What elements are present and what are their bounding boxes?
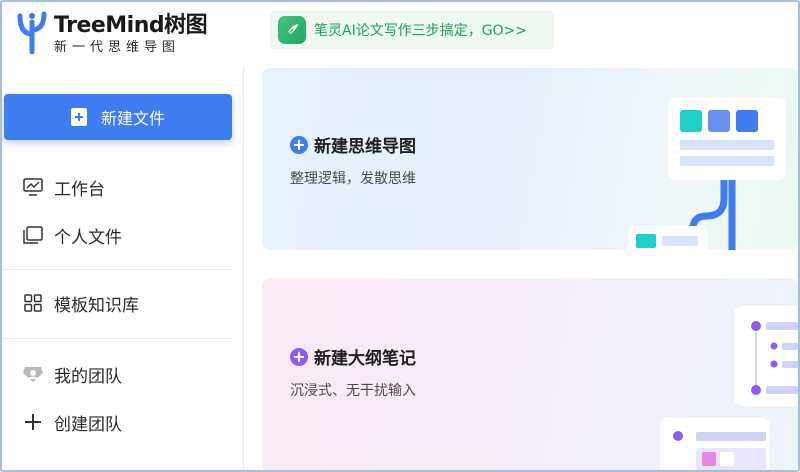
treemind-logo-icon[interactable] [14, 8, 50, 54]
app-window: TreeMind树图 新一代思维导图 笔灵AI论文写作三步搞定，GO>> 新建文… [0, 0, 800, 472]
feather-pen-icon [278, 16, 306, 44]
folder-icon [22, 224, 44, 246]
add-file-icon [70, 108, 87, 126]
promo-banner[interactable]: 笔灵AI论文写作三步搞定，GO>> [270, 11, 554, 49]
team-icon [22, 363, 44, 385]
card-title: + 新建思维导图 [290, 132, 416, 157]
sidebar-divider [2, 338, 232, 339]
outline-illustration-icon [660, 306, 798, 470]
promo-text: 笔灵AI论文写作三步搞定，GO>> [314, 23, 528, 39]
sidebar-item-label: 工作台 [54, 179, 105, 200]
sidebar-item-my-team[interactable]: 我的团队 [22, 359, 122, 389]
new-file-button[interactable]: 新建文件 [4, 94, 232, 140]
card-subtitle: 沉浸式、无干扰输入 [290, 383, 416, 399]
grid-icon [22, 292, 44, 314]
brand-name[interactable]: TreeMind树图 [54, 7, 208, 39]
sidebar-item-create-team[interactable]: 创建团队 [22, 407, 122, 437]
sidebar-item-label: 个人文件 [54, 227, 122, 248]
sidebar-item-workspace[interactable]: 工作台 [22, 172, 105, 202]
sidebar: 新建文件 工作台 个人文件 模板知识库 我的团队 创建团队 [2, 66, 244, 470]
sidebar-divider [2, 269, 232, 270]
card-title: + 新建大纲笔记 [290, 344, 416, 369]
plus-circle-icon: + [290, 135, 308, 154]
new-file-label: 新建文件 [100, 109, 165, 128]
card-subtitle: 整理逻辑，发散思维 [290, 171, 416, 187]
brand-tagline: 新一代思维导图 [54, 40, 181, 55]
sidebar-item-personal-files[interactable]: 个人文件 [22, 220, 122, 250]
plus-circle-icon: + [290, 347, 308, 366]
monitor-icon [22, 176, 44, 198]
top-header: TreeMind树图 新一代思维导图 笔灵AI论文写作三步搞定，GO>> [2, 2, 798, 66]
main-content: + 新建思维导图 整理逻辑，发散思维 + 新建大纲笔记 沉浸式、无干扰输入 [244, 66, 798, 470]
sidebar-item-label: 我的团队 [54, 366, 122, 387]
mindmap-illustration-icon [628, 98, 786, 250]
new-outline-card[interactable]: + 新建大纲笔记 沉浸式、无干扰输入 [262, 278, 798, 470]
sidebar-item-label: 创建团队 [54, 414, 122, 435]
sidebar-item-templates[interactable]: 模板知识库 [22, 288, 139, 318]
card-title-text: 新建大纲笔记 [314, 349, 416, 369]
new-mindmap-card[interactable]: + 新建思维导图 整理逻辑，发散思维 [262, 68, 798, 250]
plus-icon [22, 411, 44, 433]
card-title-text: 新建思维导图 [314, 137, 416, 157]
sidebar-item-label: 模板知识库 [54, 295, 139, 316]
